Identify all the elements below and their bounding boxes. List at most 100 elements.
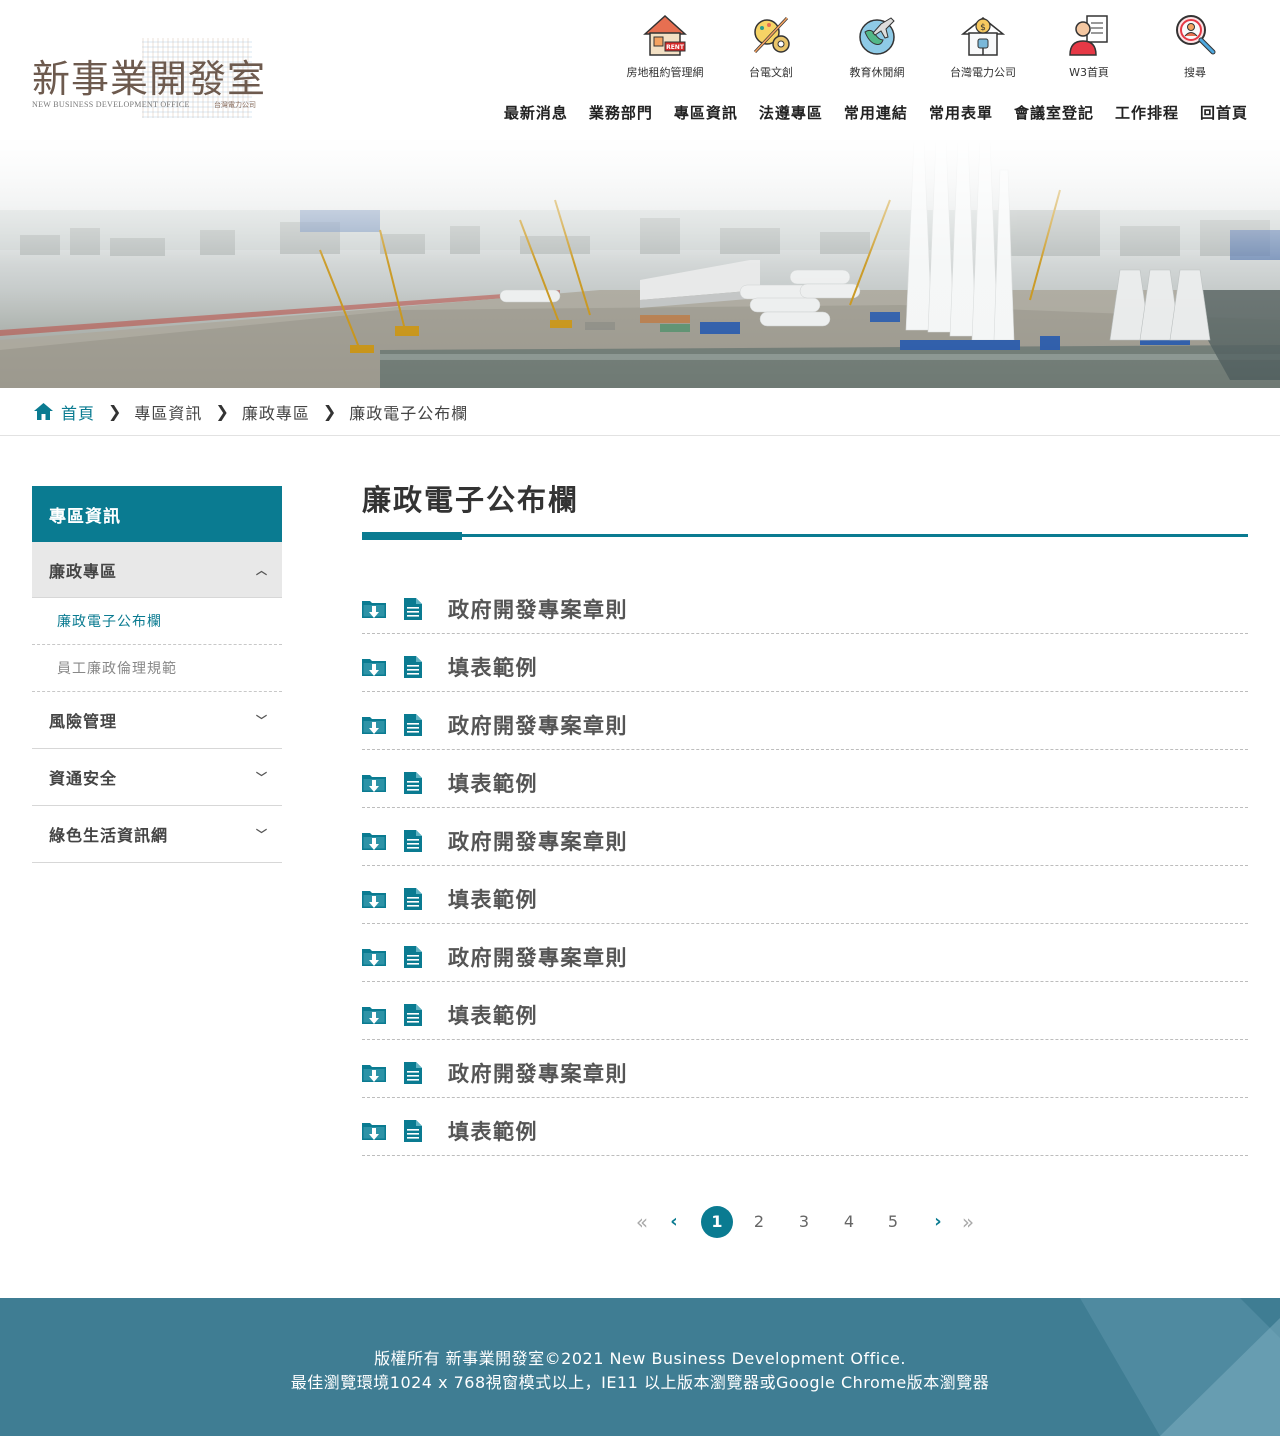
- document-title[interactable]: 政府開發專案章則: [448, 826, 628, 856]
- chevron-right-icon: ❯: [322, 402, 337, 421]
- document-row[interactable]: 政府開發專案章則: [362, 1040, 1248, 1098]
- download-icon[interactable]: [362, 946, 386, 968]
- document-row[interactable]: 政府開發專案章則: [362, 692, 1248, 750]
- breadcrumb-home[interactable]: 首頁: [34, 400, 95, 424]
- page-title: 廉政電子公布欄: [362, 483, 580, 517]
- quick-link-rent[interactable]: RENT 房地租約管理網: [612, 12, 718, 80]
- breadcrumb: 首頁 ❯ 專區資訊 ❯ 廉政專區 ❯ 廉政電子公布欄: [0, 388, 1280, 436]
- document-row[interactable]: 政府開發專案章則: [362, 924, 1248, 982]
- breadcrumb-home-label: 首頁: [61, 403, 96, 423]
- document-title[interactable]: 政府開發專案章則: [448, 1058, 628, 1088]
- document-title[interactable]: 填表範例: [448, 1116, 538, 1146]
- site-logo[interactable]: 新事業開發室 NEW BUSINESS DEVELOPMENT OFFICE 台…: [32, 38, 272, 122]
- download-icon[interactable]: [362, 656, 386, 678]
- document-icon[interactable]: [404, 1003, 422, 1026]
- document-icon[interactable]: [404, 597, 422, 620]
- hero-banner-image: [0, 140, 1280, 388]
- chevron-right-icon: ❯: [108, 402, 122, 421]
- sidebar-group-risk[interactable]: 風險管理 ﹀: [32, 692, 282, 749]
- document-row[interactable]: 填表範例: [362, 1098, 1248, 1156]
- footer-browser-note: 最佳瀏覽環境1024 x 768視窗模式以上，IE11 以上版本瀏覽器或Goog…: [290, 1373, 990, 1392]
- nav-compliance[interactable]: 法遵專區: [759, 102, 823, 123]
- document-icon[interactable]: [404, 713, 422, 736]
- sidebar-item-ethics-code[interactable]: 員工廉政倫理規範: [32, 645, 282, 692]
- document-title[interactable]: 填表範例: [448, 652, 538, 682]
- sidebar-group-integrity[interactable]: 廉政專區 ︿: [32, 542, 282, 598]
- document-row[interactable]: 填表範例: [362, 982, 1248, 1040]
- quick-link-w3[interactable]: W3首頁: [1036, 12, 1142, 80]
- quick-link-label: 教育休閒網: [849, 66, 905, 79]
- sidebar-item-integrity-board[interactable]: 廉政電子公布欄: [32, 598, 282, 645]
- download-icon[interactable]: [362, 1062, 386, 1084]
- wind-port-illustration: [0, 140, 1280, 388]
- download-icon[interactable]: [362, 772, 386, 794]
- nav-links[interactable]: 常用連結: [844, 102, 908, 123]
- nav-forms[interactable]: 常用表單: [929, 102, 993, 123]
- document-title[interactable]: 填表範例: [448, 768, 538, 798]
- row-icons: [362, 1119, 448, 1142]
- document-icon[interactable]: [404, 655, 422, 678]
- document-title[interactable]: 政府開發專案章則: [448, 594, 628, 624]
- nav-news[interactable]: 最新消息: [504, 102, 568, 123]
- document-icon[interactable]: [404, 829, 422, 852]
- logo-tagline: 台灣電力公司: [214, 101, 256, 109]
- document-icon[interactable]: [404, 1119, 422, 1142]
- document-icon[interactable]: [404, 1061, 422, 1084]
- download-icon[interactable]: [362, 1004, 386, 1026]
- row-icons: [362, 597, 448, 620]
- chevron-down-icon: ﹀: [256, 771, 268, 784]
- nav-departments[interactable]: 業務部門: [589, 102, 653, 123]
- chevron-right-icon: ❯: [215, 402, 229, 421]
- sidebar-group-label: 資通安全: [49, 769, 118, 788]
- download-icon[interactable]: [362, 714, 386, 736]
- nav-zone-info[interactable]: 專區資訊: [674, 102, 738, 123]
- document-row[interactable]: 填表範例: [362, 634, 1248, 692]
- document-icon[interactable]: [404, 771, 422, 794]
- document-title[interactable]: 政府開發專案章則: [448, 710, 628, 740]
- sidebar-group-infosec[interactable]: 資通安全 ﹀: [32, 749, 282, 806]
- last-page-button[interactable]: »: [958, 1206, 978, 1238]
- page-button[interactable]: 3: [792, 1206, 816, 1238]
- breadcrumb-item[interactable]: 廉政專區: [242, 400, 310, 424]
- document-row[interactable]: 政府開發專案章則: [362, 808, 1248, 866]
- quick-link-taipower[interactable]: $ 台灣電力公司: [930, 12, 1036, 80]
- quick-link-search[interactable]: 搜尋: [1142, 12, 1248, 80]
- quick-link-label: W3首頁: [1069, 66, 1109, 79]
- download-icon[interactable]: [362, 1120, 386, 1142]
- first-page-button[interactable]: «: [632, 1206, 652, 1238]
- document-row[interactable]: 政府開發專案章則: [362, 576, 1248, 634]
- download-icon[interactable]: [362, 598, 386, 620]
- sidebar-group-green-life[interactable]: 綠色生活資訊網 ﹀: [32, 806, 282, 863]
- page-button[interactable]: 4: [837, 1206, 861, 1238]
- nav-schedule[interactable]: 工作排程: [1115, 102, 1179, 123]
- document-row[interactable]: 填表範例: [362, 750, 1248, 808]
- svg-text:$: $: [980, 23, 986, 33]
- prev-page-button[interactable]: ‹: [664, 1206, 684, 1238]
- page-button[interactable]: 5: [881, 1206, 905, 1238]
- chevron-down-icon: ﹀: [256, 714, 268, 727]
- rent-house-icon: RENT: [643, 14, 687, 56]
- download-icon[interactable]: [362, 830, 386, 852]
- document-title[interactable]: 政府開發專案章則: [448, 942, 628, 972]
- document-row[interactable]: 填表範例: [362, 866, 1248, 924]
- document-title[interactable]: 填表範例: [448, 884, 538, 914]
- quick-link-creative[interactable]: 台電文創: [718, 12, 824, 80]
- nav-meeting-room[interactable]: 會議室登記: [1014, 102, 1094, 123]
- quick-link-label: 搜尋: [1184, 66, 1206, 79]
- nav-home[interactable]: 回首頁: [1200, 102, 1248, 123]
- page-button-current[interactable]: 1: [701, 1206, 733, 1238]
- sidebar-group-label: 風險管理: [49, 712, 118, 731]
- page-button[interactable]: 2: [747, 1206, 771, 1238]
- document-icon[interactable]: [404, 945, 422, 968]
- breadcrumb-current: 廉政電子公布欄: [349, 403, 469, 423]
- document-title[interactable]: 填表範例: [448, 1000, 538, 1030]
- quick-link-label: 房地租約管理網: [626, 66, 704, 79]
- svg-text:RENT: RENT: [666, 44, 685, 51]
- quick-link-education[interactable]: 教育休閒網: [824, 12, 930, 80]
- site-header: 新事業開發室 NEW BUSINESS DEVELOPMENT OFFICE 台…: [0, 0, 1280, 140]
- row-icons: [362, 771, 448, 794]
- breadcrumb-item[interactable]: 專區資訊: [134, 400, 202, 424]
- download-icon[interactable]: [362, 888, 386, 910]
- next-page-button[interactable]: ›: [928, 1206, 948, 1238]
- document-icon[interactable]: [404, 887, 422, 910]
